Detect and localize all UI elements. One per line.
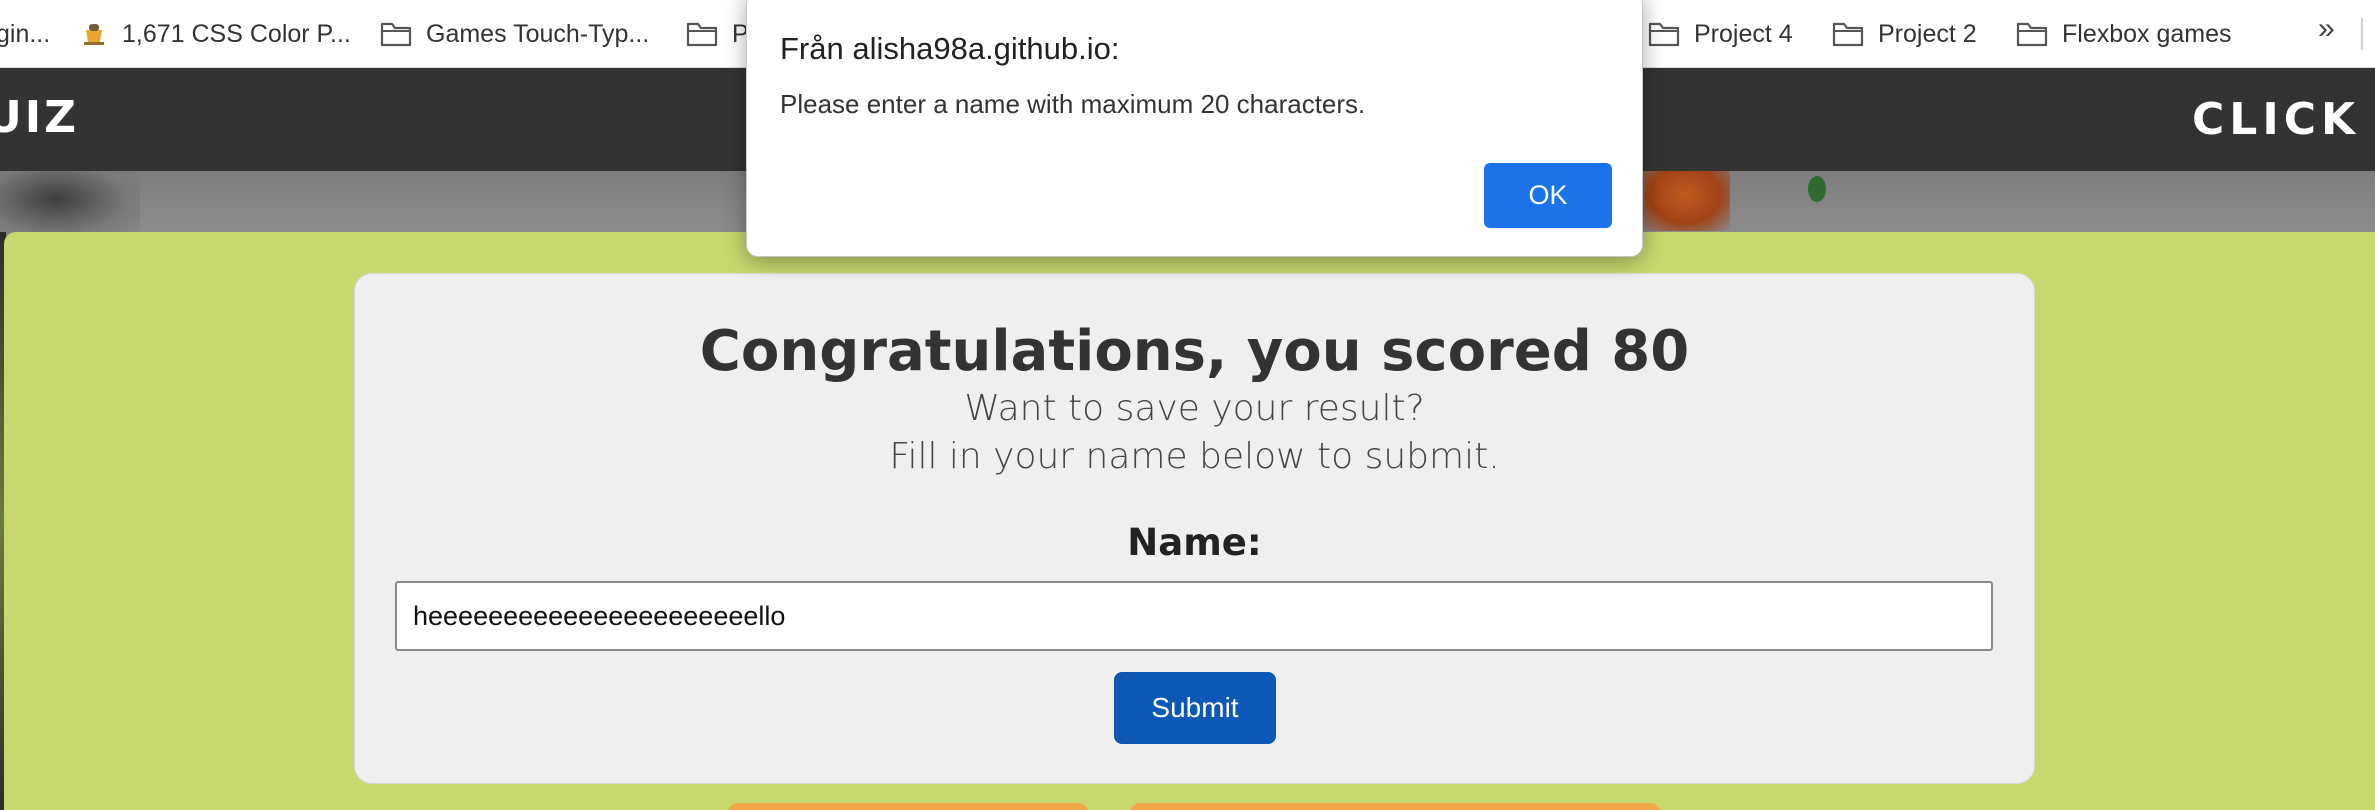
nav-link[interactable]: CLICK TO (2192, 94, 2375, 145)
hero-image-detail (0, 171, 140, 241)
bookmark-label: gin... (0, 19, 51, 48)
submit-button[interactable]: Submit (1114, 672, 1276, 744)
dialog-title: Från alisha98a.github.io: (780, 31, 1120, 66)
bookmark-item-games[interactable]: Games Touch-Typ... (380, 14, 649, 54)
action-button-partial[interactable] (1130, 803, 1660, 810)
action-button-partial[interactable] (728, 803, 1088, 810)
result-card: Congratulations, you scored 80 Want to s… (354, 273, 2035, 784)
toolbar-divider (2361, 18, 2363, 50)
bookmark-item-css-colors[interactable]: 1,671 CSS Color P... (80, 14, 351, 54)
bookmark-item-project-4[interactable]: Project 4 (1648, 14, 1793, 54)
fill-name-prompt: Fill in your name below to submit. (889, 436, 1500, 477)
name-label: Name: (1127, 521, 1262, 564)
bookmark-label: 1,671 CSS Color P... (122, 19, 351, 48)
color-site-icon (80, 20, 108, 48)
bookmark-label: Games Touch-Typ... (426, 19, 650, 48)
bookmark-item-p[interactable]: P (686, 14, 749, 54)
folder-icon (380, 21, 412, 47)
bookmark-label: Project 2 (1878, 19, 1977, 48)
folder-icon (2016, 21, 2048, 47)
save-prompt: Want to save your result? (964, 388, 1425, 429)
bookmark-item-project-2[interactable]: Project 2 (1832, 14, 1977, 54)
browser-page: gin... 1,671 CSS Color P... Games Touch-… (0, 0, 2375, 810)
hero-image-detail (1808, 176, 1826, 202)
bookmark-item-0[interactable]: gin... (0, 14, 50, 54)
folder-icon (686, 21, 718, 47)
ok-button[interactable]: OK (1484, 163, 1612, 228)
site-logo[interactable]: UIZ (0, 92, 79, 143)
bookmark-label: Project 4 (1694, 19, 1793, 48)
bookmarks-overflow-button[interactable]: » (2318, 12, 2335, 46)
alert-dialog: Från alisha98a.github.io: Please enter a… (746, 0, 1643, 257)
bookmark-label: Flexbox games (2062, 19, 2232, 48)
hero-image-detail (1640, 171, 1730, 231)
name-input[interactable] (395, 581, 1993, 651)
folder-icon (1648, 21, 1680, 47)
dialog-message: Please enter a name with maximum 20 char… (780, 89, 1366, 119)
score-title: Congratulations, you scored 80 (699, 319, 1690, 384)
folder-icon (1832, 21, 1864, 47)
bookmark-item-flexbox-games[interactable]: Flexbox games (2016, 14, 2232, 54)
